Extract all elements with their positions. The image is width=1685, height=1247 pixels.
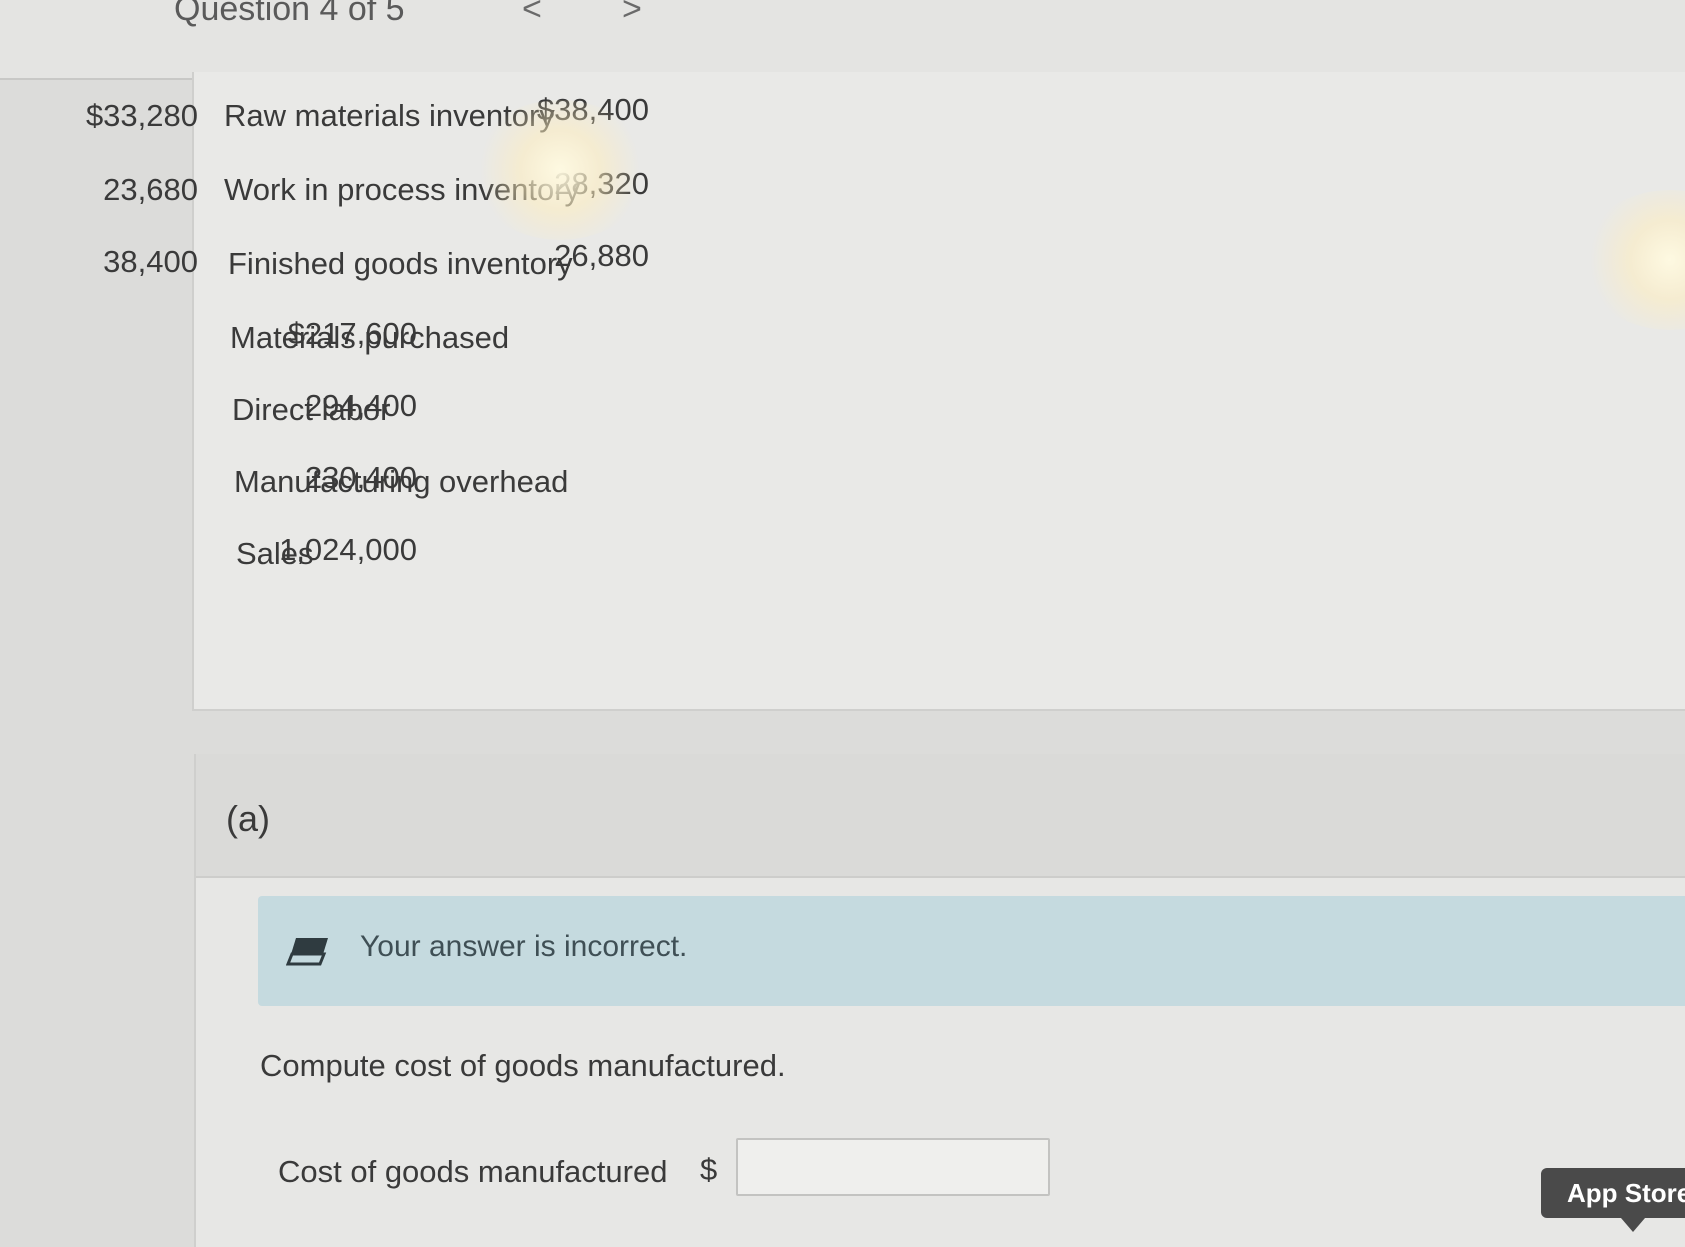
cell-period: $217,600 [287, 316, 417, 351]
cell-beginning: 38,400 [103, 244, 198, 279]
data-table: Raw materials inventory $33,280 $38,400 … [86, 72, 1685, 711]
feedback-banner: Your answer is incorrect. [258, 896, 1685, 1006]
chevron-right-icon[interactable]: > [622, 0, 642, 29]
cell-beginning: $33,280 [85, 98, 198, 133]
question-counter: Question 4 of 5 [174, 0, 405, 28]
eraser-icon [286, 938, 328, 966]
chevron-left-icon[interactable]: < [522, 0, 542, 29]
cell-ending: 26,880 [554, 238, 649, 273]
question-prompt: Compute cost of goods manufactured. [260, 1048, 786, 1083]
cost-of-goods-manufactured-input[interactable] [736, 1138, 1050, 1196]
row-label: Finished goods inventory [228, 246, 573, 281]
answer-label: Cost of goods manufactured [278, 1154, 668, 1189]
cell-beginning: 23,680 [103, 172, 198, 207]
part-a-panel: (a) Your answer is incorrect. Compute co… [194, 754, 1685, 1247]
cell-period: 230,400 [304, 460, 417, 495]
part-label: (a) [226, 798, 270, 839]
question-header: Question 4 of 5 < > [0, 0, 1685, 80]
cell-ending: $38,400 [536, 92, 649, 127]
cell-ending: 28,320 [554, 166, 649, 201]
feedback-text: Your answer is incorrect. [360, 930, 688, 963]
part-a-header: (a) [196, 754, 1685, 878]
cell-period: 294,400 [304, 388, 417, 423]
currency-symbol: $ [700, 1152, 718, 1187]
cell-period: 1,024,000 [279, 532, 417, 567]
row-label: Raw materials inventory [224, 98, 555, 133]
app-store-tooltip[interactable]: App Store [1541, 1168, 1685, 1232]
row-label: Work in process inventory [224, 172, 581, 207]
